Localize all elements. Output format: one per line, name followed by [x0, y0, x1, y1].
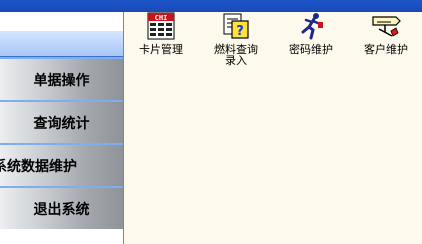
card-icon-text: CHI	[155, 14, 168, 22]
sidebar-item-label: 退出系统	[33, 201, 90, 218]
sidebar-item-document-ops[interactable]: 单据操作	[0, 57, 123, 100]
document-question-icon: ?	[220, 12, 252, 40]
title-bar	[0, 0, 422, 12]
sidebar: 单据操作 查询统计 系统数据维护 退出系统	[0, 12, 124, 244]
signpost-icon	[370, 12, 402, 40]
card-management-button[interactable]: CHI 卡片管理	[130, 12, 192, 55]
customer-maintenance-label: 客户维护	[364, 43, 408, 56]
customer-maintenance-button[interactable]: 客户维护	[355, 12, 417, 55]
sidebar-item-label: 查询统计	[33, 115, 90, 132]
fuel-query-entry-button[interactable]: ? 燃料查询录入	[205, 12, 267, 66]
sidebar-item-query-stats[interactable]: 查询统计	[0, 100, 123, 143]
card-management-label: 卡片管理	[139, 43, 183, 56]
sidebar-item-label: 单据操作	[33, 72, 90, 89]
svg-text:?: ?	[236, 24, 244, 39]
sidebar-header	[0, 30, 123, 57]
sidebar-item-exit[interactable]: 退出系统	[0, 186, 123, 229]
workspace: CHI 卡片管理 ? 燃料查询录入 密码维护 客户维护	[125, 12, 422, 244]
sidebar-item-label: 系统数据维护	[0, 158, 77, 175]
password-maintenance-label: 密码维护	[289, 43, 333, 56]
fuel-query-entry-label: 燃料查询录入	[214, 43, 258, 67]
sidebar-item-system-data[interactable]: 系统数据维护	[0, 143, 123, 186]
table-card-icon: CHI	[145, 12, 177, 40]
running-figure-icon	[295, 12, 327, 40]
password-maintenance-button[interactable]: 密码维护	[280, 12, 342, 55]
